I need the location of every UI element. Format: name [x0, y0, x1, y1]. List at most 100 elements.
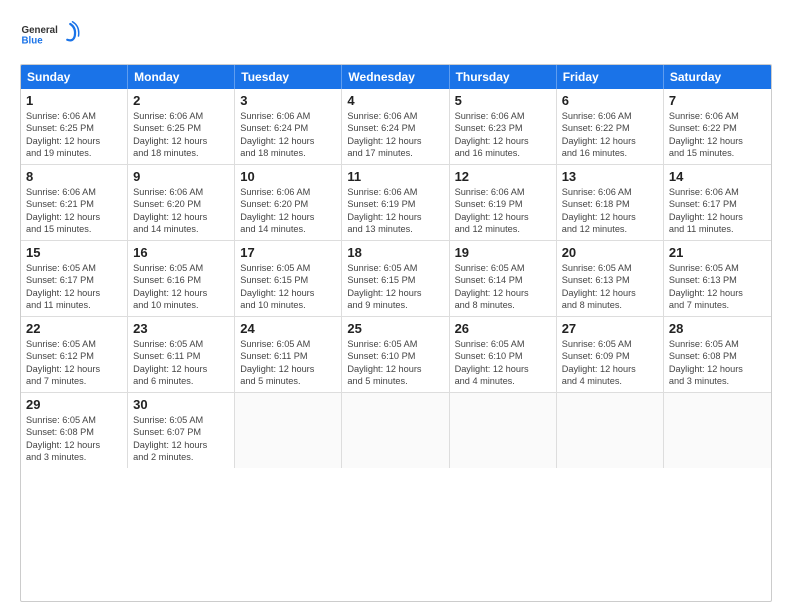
daylight-line: Daylight: 12 hours [26, 135, 122, 147]
sunrise-line: Sunrise: 6:06 AM [133, 110, 229, 122]
sunrise-line: Sunrise: 6:06 AM [455, 186, 551, 198]
daylight-minutes-line: and 11 minutes. [26, 299, 122, 311]
sunrise-line: Sunrise: 6:06 AM [26, 186, 122, 198]
day-number: 13 [562, 169, 658, 184]
daylight-minutes-line: and 5 minutes. [240, 375, 336, 387]
sunrise-line: Sunrise: 6:05 AM [240, 338, 336, 350]
calendar: SundayMondayTuesdayWednesdayThursdayFrid… [20, 64, 772, 602]
daylight-line: Daylight: 12 hours [669, 135, 766, 147]
calendar-cell-34 [664, 393, 771, 468]
calendar-cell-32 [450, 393, 557, 468]
day-number: 16 [133, 245, 229, 260]
svg-text:Blue: Blue [22, 36, 44, 47]
day-number: 27 [562, 321, 658, 336]
header-friday: Friday [557, 65, 664, 89]
daylight-minutes-line: and 15 minutes. [26, 223, 122, 235]
daylight-minutes-line: and 3 minutes. [26, 451, 122, 463]
day-number: 4 [347, 93, 443, 108]
daylight-minutes-line: and 7 minutes. [26, 375, 122, 387]
sunset-line: Sunset: 6:14 PM [455, 274, 551, 286]
day-number: 11 [347, 169, 443, 184]
sunrise-line: Sunrise: 6:06 AM [133, 186, 229, 198]
day-number: 23 [133, 321, 229, 336]
calendar-cell-6: 7 Sunrise: 6:06 AM Sunset: 6:22 PM Dayli… [664, 89, 771, 164]
calendar-cell-20: 21 Sunrise: 6:05 AM Sunset: 6:13 PM Dayl… [664, 241, 771, 316]
daylight-line: Daylight: 12 hours [240, 135, 336, 147]
day-number: 6 [562, 93, 658, 108]
sunrise-line: Sunrise: 6:05 AM [133, 262, 229, 274]
sunrise-line: Sunrise: 6:06 AM [562, 110, 658, 122]
calendar-cell-25: 26 Sunrise: 6:05 AM Sunset: 6:10 PM Dayl… [450, 317, 557, 392]
calendar-cell-33 [557, 393, 664, 468]
day-number: 9 [133, 169, 229, 184]
day-number: 29 [26, 397, 122, 412]
daylight-minutes-line: and 16 minutes. [562, 147, 658, 159]
daylight-line: Daylight: 12 hours [133, 363, 229, 375]
day-number: 1 [26, 93, 122, 108]
daylight-line: Daylight: 12 hours [26, 211, 122, 223]
daylight-line: Daylight: 12 hours [347, 363, 443, 375]
daylight-line: Daylight: 12 hours [133, 439, 229, 451]
sunset-line: Sunset: 6:11 PM [133, 350, 229, 362]
sunset-line: Sunset: 6:17 PM [26, 274, 122, 286]
daylight-line: Daylight: 12 hours [562, 363, 658, 375]
calendar-cell-14: 15 Sunrise: 6:05 AM Sunset: 6:17 PM Dayl… [21, 241, 128, 316]
header-monday: Monday [128, 65, 235, 89]
sunset-line: Sunset: 6:17 PM [669, 198, 766, 210]
sunrise-line: Sunrise: 6:05 AM [133, 414, 229, 426]
sunrise-line: Sunrise: 6:05 AM [347, 262, 443, 274]
sunrise-line: Sunrise: 6:05 AM [669, 338, 766, 350]
sunset-line: Sunset: 6:25 PM [133, 122, 229, 134]
calendar-cell-17: 18 Sunrise: 6:05 AM Sunset: 6:15 PM Dayl… [342, 241, 449, 316]
sunrise-line: Sunrise: 6:05 AM [26, 414, 122, 426]
daylight-minutes-line: and 14 minutes. [133, 223, 229, 235]
page-header: General Blue [20, 16, 772, 56]
day-number: 5 [455, 93, 551, 108]
calendar-cell-8: 9 Sunrise: 6:06 AM Sunset: 6:20 PM Dayli… [128, 165, 235, 240]
sunrise-line: Sunrise: 6:05 AM [26, 338, 122, 350]
calendar-cell-10: 11 Sunrise: 6:06 AM Sunset: 6:19 PM Dayl… [342, 165, 449, 240]
header-saturday: Saturday [664, 65, 771, 89]
calendar-cell-12: 13 Sunrise: 6:06 AM Sunset: 6:18 PM Dayl… [557, 165, 664, 240]
calendar-row-2: 8 Sunrise: 6:06 AM Sunset: 6:21 PM Dayli… [21, 164, 771, 240]
daylight-line: Daylight: 12 hours [455, 211, 551, 223]
daylight-minutes-line: and 10 minutes. [133, 299, 229, 311]
daylight-line: Daylight: 12 hours [26, 363, 122, 375]
calendar-cell-22: 23 Sunrise: 6:05 AM Sunset: 6:11 PM Dayl… [128, 317, 235, 392]
header-tuesday: Tuesday [235, 65, 342, 89]
sunset-line: Sunset: 6:13 PM [669, 274, 766, 286]
sunset-line: Sunset: 6:15 PM [240, 274, 336, 286]
logo: General Blue [20, 16, 80, 56]
sunrise-line: Sunrise: 6:05 AM [26, 262, 122, 274]
daylight-line: Daylight: 12 hours [26, 439, 122, 451]
daylight-line: Daylight: 12 hours [133, 287, 229, 299]
daylight-line: Daylight: 12 hours [133, 135, 229, 147]
calendar-cell-27: 28 Sunrise: 6:05 AM Sunset: 6:08 PM Dayl… [664, 317, 771, 392]
daylight-line: Daylight: 12 hours [347, 211, 443, 223]
daylight-minutes-line: and 4 minutes. [455, 375, 551, 387]
daylight-minutes-line: and 8 minutes. [562, 299, 658, 311]
calendar-cell-9: 10 Sunrise: 6:06 AM Sunset: 6:20 PM Dayl… [235, 165, 342, 240]
daylight-line: Daylight: 12 hours [455, 135, 551, 147]
day-number: 3 [240, 93, 336, 108]
calendar-cell-28: 29 Sunrise: 6:05 AM Sunset: 6:08 PM Dayl… [21, 393, 128, 468]
day-number: 17 [240, 245, 336, 260]
day-number: 30 [133, 397, 229, 412]
logo-svg: General Blue [20, 16, 80, 56]
daylight-minutes-line: and 18 minutes. [133, 147, 229, 159]
daylight-minutes-line: and 6 minutes. [133, 375, 229, 387]
sunset-line: Sunset: 6:20 PM [133, 198, 229, 210]
sunset-line: Sunset: 6:24 PM [240, 122, 336, 134]
daylight-minutes-line: and 12 minutes. [562, 223, 658, 235]
header-thursday: Thursday [450, 65, 557, 89]
calendar-row-4: 22 Sunrise: 6:05 AM Sunset: 6:12 PM Dayl… [21, 316, 771, 392]
daylight-line: Daylight: 12 hours [240, 211, 336, 223]
calendar-cell-13: 14 Sunrise: 6:06 AM Sunset: 6:17 PM Dayl… [664, 165, 771, 240]
daylight-minutes-line: and 18 minutes. [240, 147, 336, 159]
sunset-line: Sunset: 6:18 PM [562, 198, 658, 210]
daylight-line: Daylight: 12 hours [669, 363, 766, 375]
calendar-cell-0: 1 Sunrise: 6:06 AM Sunset: 6:25 PM Dayli… [21, 89, 128, 164]
sunset-line: Sunset: 6:10 PM [455, 350, 551, 362]
calendar-row-5: 29 Sunrise: 6:05 AM Sunset: 6:08 PM Dayl… [21, 392, 771, 468]
sunrise-line: Sunrise: 6:06 AM [26, 110, 122, 122]
